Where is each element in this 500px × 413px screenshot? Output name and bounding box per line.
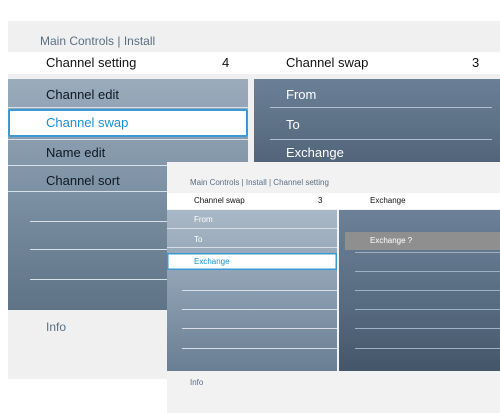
divider — [355, 348, 500, 349]
divider — [182, 309, 337, 310]
front-left-header-label: Channel swap — [194, 196, 245, 205]
back-right-item-exchange[interactable]: Exchange — [286, 145, 344, 160]
front-list-item-to[interactable]: To — [194, 235, 202, 244]
back-right-item-from[interactable]: From — [286, 87, 316, 102]
front-right-item-exchange-confirm[interactable] — [345, 232, 500, 250]
divider — [8, 107, 248, 108]
back-right-header-value: 3 — [472, 55, 480, 70]
divider — [355, 290, 500, 291]
back-breadcrumb: Main Controls | Install — [40, 34, 156, 48]
divider — [270, 139, 492, 140]
divider — [182, 328, 337, 329]
divider — [167, 228, 337, 229]
divider — [167, 247, 337, 248]
back-list-item-label-selected: Channel swap — [46, 115, 129, 130]
divider — [182, 290, 337, 291]
back-left-header-value: 4 — [222, 55, 230, 70]
front-right-header-label: Exchange — [370, 196, 406, 205]
front-list-item-exchange[interactable] — [167, 253, 337, 270]
divider — [182, 348, 337, 349]
front-right-item-label: Exchange ? — [370, 236, 413, 245]
divider — [270, 107, 492, 108]
back-left-header-label: Channel setting — [46, 55, 137, 70]
back-list-item-channel-edit[interactable]: Channel edit — [46, 87, 119, 102]
divider — [355, 309, 500, 310]
back-right-header-label: Channel swap — [286, 55, 369, 70]
front-list-item-from[interactable]: From — [194, 215, 213, 224]
back-list-item-name-edit[interactable]: Name edit — [46, 145, 105, 160]
front-list-item-label-selected: Exchange — [194, 257, 230, 266]
front-info-label: Info — [190, 378, 204, 387]
back-list-item-channel-sort[interactable]: Channel sort — [46, 173, 120, 188]
back-info-label: Info — [46, 320, 67, 334]
divider — [8, 139, 248, 140]
divider — [355, 252, 500, 253]
front-breadcrumb: Main Controls | Install | Channel settin… — [190, 178, 329, 187]
back-right-item-to[interactable]: To — [286, 117, 300, 132]
divider — [355, 271, 500, 272]
divider — [355, 328, 500, 329]
front-left-header-value: 3 — [318, 196, 323, 205]
